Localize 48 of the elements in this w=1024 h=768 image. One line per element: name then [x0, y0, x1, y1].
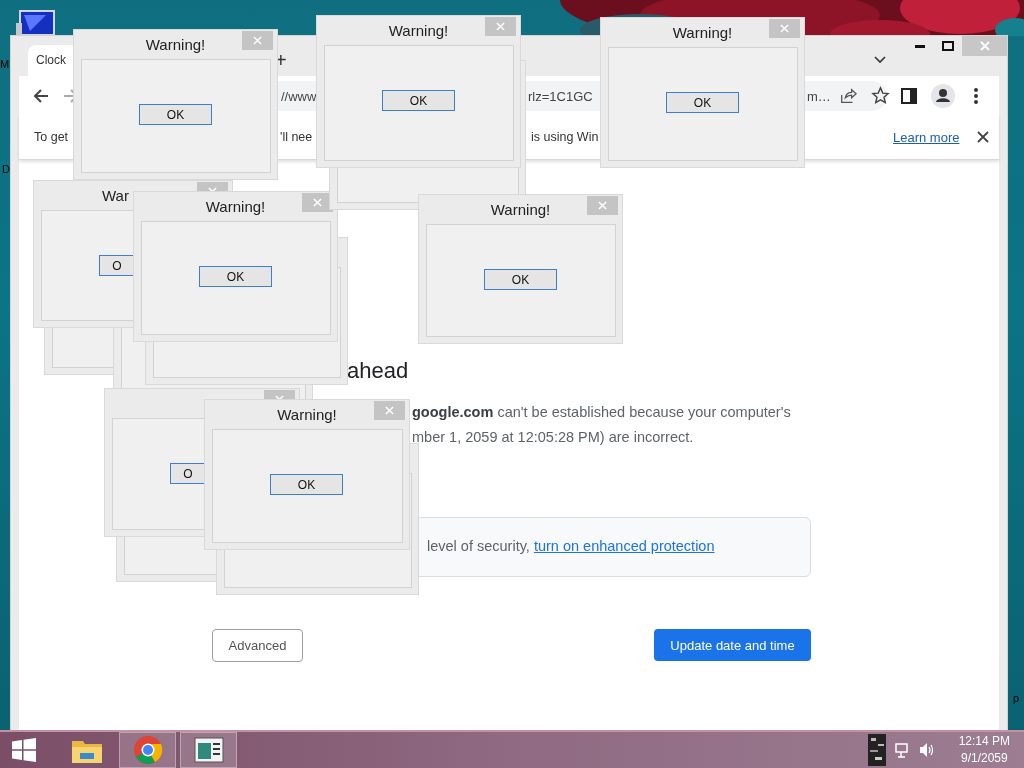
ok-button[interactable]: OK: [382, 90, 455, 111]
ok-button[interactable]: OK: [139, 104, 212, 125]
learn-more-link[interactable]: Learn more: [893, 130, 960, 145]
info-text: 'll nee: [280, 130, 313, 144]
dialog-title: Warning!: [671, 24, 734, 41]
browser-icon: [132, 735, 163, 765]
chevron-down-icon[interactable]: [874, 56, 886, 64]
update-button[interactable]: Update date and time: [654, 629, 811, 661]
windows-logo-icon: [12, 738, 36, 762]
window-icon: [193, 737, 224, 763]
ok-button[interactable]: OK: [666, 92, 739, 113]
ok-button[interactable]: OK: [199, 266, 272, 287]
protection-text: level of security,: [427, 538, 531, 554]
info-text: To get: [34, 130, 69, 144]
message-text: google.com can't be established because your computer's: [412, 403, 791, 422]
dialog-title: Warning!: [387, 22, 450, 39]
clock-time[interactable]: 12:14 PM: [958, 733, 1010, 750]
ok-button[interactable]: OK: [484, 269, 557, 290]
glitch-icon[interactable]: [866, 732, 887, 768]
url-text: //www: [281, 89, 317, 104]
speaker-icon[interactable]: [918, 742, 935, 758]
profile-icon[interactable]: [931, 84, 955, 108]
url-text: rlz=1C1GC: [528, 89, 593, 104]
taskbar-button[interactable]: [180, 732, 237, 768]
dialog-title: Warning!: [276, 406, 338, 423]
desktop-icon-label[interactable]: M: [0, 58, 10, 70]
info-text: is using Win: [531, 130, 599, 144]
dialog-title: Warning!: [204, 198, 267, 215]
menu-icon[interactable]: [973, 86, 979, 106]
url-text: m…: [807, 89, 831, 104]
network-icon[interactable]: [894, 742, 911, 758]
desktop-icon-label[interactable]: D: [2, 163, 10, 175]
dialog-title: War: [102, 187, 129, 204]
advanced-button[interactable]: Advanced: [212, 629, 303, 662]
dialog-title: Warning!: [489, 201, 552, 218]
maximize-icon: [942, 41, 954, 51]
ok-button[interactable]: O: [170, 463, 205, 484]
ok-button[interactable]: O: [99, 255, 134, 276]
share-icon[interactable]: [839, 87, 857, 105]
dialog-title: Warning!: [144, 36, 207, 53]
side-panel-icon[interactable]: [899, 86, 919, 106]
ok-button[interactable]: OK: [270, 474, 343, 495]
star-icon[interactable]: [871, 86, 890, 105]
page-heading: ahead: [347, 358, 409, 384]
clock-date[interactable]: 9/1/2059: [960, 750, 1008, 767]
minimize-icon: [915, 44, 925, 48]
message-text: mber 1, 2059 at 12:05:28 PM) are incorrect.: [412, 428, 694, 447]
enhanced-protection-link[interactable]: turn on enhanced protection: [533, 538, 715, 554]
